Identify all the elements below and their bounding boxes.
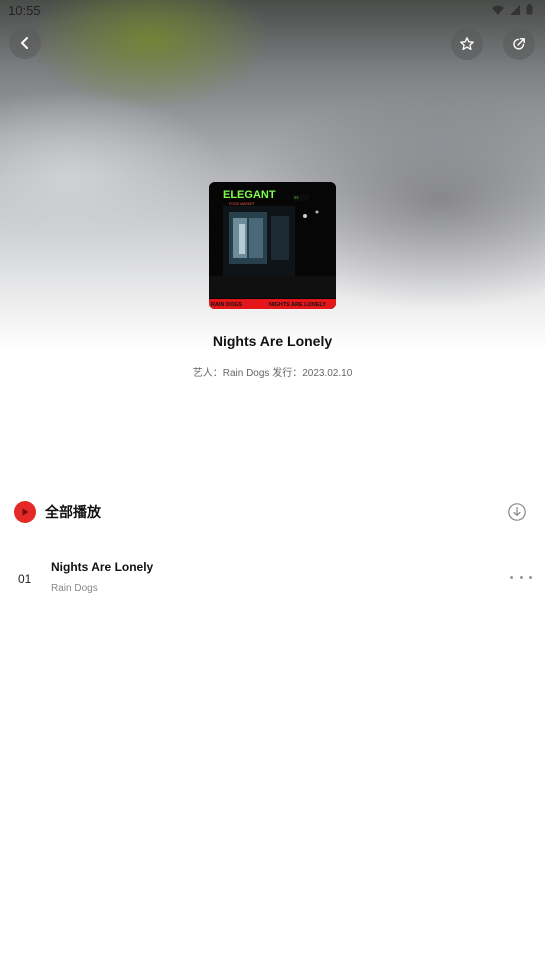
cover-sign-text: ELEGANT — [223, 189, 276, 201]
more-options-icon[interactable] — [510, 570, 532, 584]
play-all-button[interactable]: 全部播放 — [14, 501, 101, 523]
share-button[interactable] — [503, 28, 535, 60]
share-icon — [513, 38, 525, 50]
status-bar: 10:55 — [0, 0, 545, 22]
album-cover[interactable]: ELEGANT FOOD MARKET ≡≡ RAIN DOGS NIGHTS … — [209, 182, 336, 309]
album-screen: 10:55 ELEGANT FOOD MARKET ≡≡ RAIN DOGS N… — [0, 0, 545, 969]
chevron-left-icon — [21, 37, 28, 49]
track-row[interactable]: 01 Nights Are Lonely Rain Dogs — [0, 552, 545, 604]
download-icon — [508, 503, 526, 521]
wifi-icon — [492, 5, 504, 18]
album-meta: 艺人：Rain Dogs 发行：2023.02.10 — [192, 368, 353, 379]
track-artist: Rain Dogs — [51, 583, 98, 594]
play-circle — [14, 501, 36, 523]
cover-sign-subtext: FOOD MARKET — [229, 202, 256, 206]
play-all-label: 全部播放 — [45, 504, 101, 520]
signal-icon — [510, 4, 520, 18]
cover-band-left: RAIN DOGS — [211, 302, 243, 308]
star-icon — [460, 37, 474, 51]
album-title: Nights Are Lonely — [212, 333, 333, 349]
cover-band-right: NIGHTS ARE LONELY — [269, 302, 326, 308]
svg-text:≡≡: ≡≡ — [294, 195, 299, 200]
status-time: 10:55 — [8, 3, 41, 18]
back-button[interactable] — [9, 27, 41, 59]
status-icons — [492, 4, 533, 18]
download-button[interactable] — [507, 502, 527, 522]
play-icon — [22, 508, 29, 516]
track-title: Nights Are Lonely — [51, 560, 154, 574]
track-number: 01 — [18, 572, 32, 586]
favorite-button[interactable] — [451, 28, 483, 60]
battery-icon — [526, 4, 533, 18]
